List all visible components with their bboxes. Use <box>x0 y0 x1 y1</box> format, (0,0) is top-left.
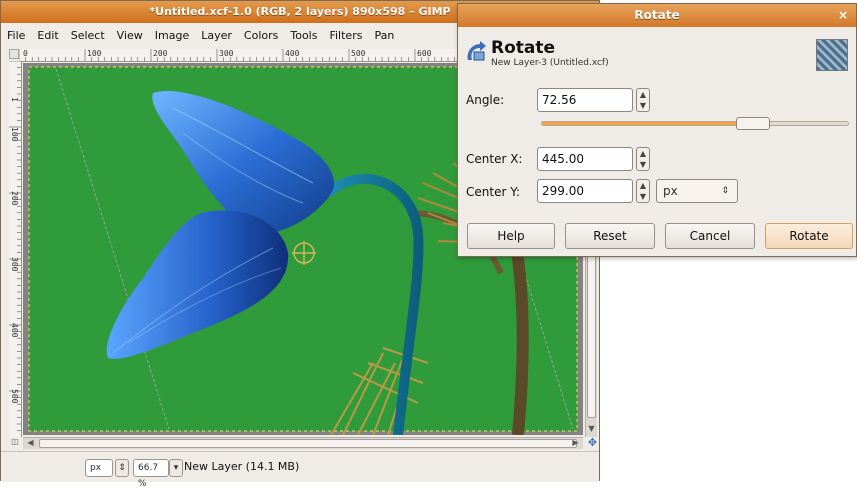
angle-spin-icon[interactable]: ▲ ▼ <box>636 88 650 112</box>
vruler-label-1: 1 <box>10 97 19 102</box>
vruler-label-400: 400 <box>10 323 19 338</box>
rotate-tool-icon <box>467 41 486 61</box>
dialog-title: Rotate <box>458 4 856 27</box>
horizontal-scrollbar[interactable]: ◀ ▶ <box>23 437 583 449</box>
vruler-label-100: 100 <box>10 127 19 142</box>
cancel-button[interactable]: Cancel <box>665 223 755 249</box>
navigate-icon[interactable]: ✥ <box>586 437 599 449</box>
angle-input[interactable]: 72.56 <box>537 88 633 112</box>
hruler-label-300: 300 <box>219 49 234 58</box>
select-spin-icon: ⇕ <box>721 186 729 196</box>
angle-slider-thumb[interactable] <box>736 117 770 130</box>
angle-slider[interactable] <box>541 121 849 126</box>
vruler-label-500: 500 <box>10 389 19 404</box>
center-y-label: Center Y: <box>466 185 520 199</box>
unit-select[interactable]: px ⇕ <box>656 179 738 203</box>
menu-colors[interactable]: Colors <box>238 29 284 42</box>
scroll-down-icon[interactable]: ▼ <box>586 424 597 434</box>
unit-spin-icon[interactable]: ⇕ <box>115 459 129 477</box>
center-y-spin-icon[interactable]: ▲ ▼ <box>636 179 650 203</box>
menu-select[interactable]: Select <box>65 29 111 42</box>
hruler-label-600: 600 <box>417 49 432 58</box>
menu-edit[interactable]: Edit <box>31 29 64 42</box>
center-y-input[interactable]: 299.00 <box>537 179 633 203</box>
scroll-left-icon[interactable]: ◀ <box>25 438 36 448</box>
hruler-label-200: 200 <box>153 49 168 58</box>
menu-tools[interactable]: Tools <box>284 29 323 42</box>
status-message: New Layer (14.1 MB) <box>184 460 300 473</box>
hruler-label-0: 0 <box>23 49 28 58</box>
vertical-ruler[interactable]: 1 100 200 300 400 500 <box>9 61 22 437</box>
zoom-fit-icon[interactable]: ◫ <box>9 437 21 449</box>
quick-mask-corner[interactable] <box>9 49 19 59</box>
menu-view[interactable]: View <box>111 29 149 42</box>
rotate-dialog: Rotate × Rotate New Layer-3 (Untitled.xc… <box>457 3 857 257</box>
center-x-input[interactable]: 445.00 <box>537 147 633 171</box>
hruler-label-500: 500 <box>351 49 366 58</box>
vruler-label-300: 300 <box>10 257 19 272</box>
vertical-ruler-ticks <box>9 61 21 431</box>
menu-image[interactable]: Image <box>149 29 195 42</box>
reset-button[interactable]: Reset <box>565 223 655 249</box>
center-x-label: Center X: <box>466 152 523 166</box>
menu-filters[interactable]: Filters <box>323 29 368 42</box>
angle-label: Angle: <box>466 93 505 107</box>
zoom-field[interactable]: 66.7 % <box>133 459 169 489</box>
statusbar: px ⇕ 66.7 % ▾ New Layer (14.1 MB) <box>1 451 599 489</box>
layer-preview-thumbnail <box>816 39 848 71</box>
scroll-right-icon[interactable]: ▶ <box>570 438 581 448</box>
vruler-label-200: 200 <box>10 191 19 206</box>
center-x-spin-icon[interactable]: ▲ ▼ <box>636 147 650 171</box>
zoom-dropdown-icon[interactable]: ▾ <box>169 459 183 477</box>
unit-selector[interactable]: px <box>85 459 113 477</box>
menu-file[interactable]: File <box>1 29 31 42</box>
rotate-button[interactable]: Rotate <box>765 223 853 249</box>
menu-layer[interactable]: Layer <box>195 29 238 42</box>
horizontal-scroll-thumb[interactable] <box>39 439 577 448</box>
close-icon[interactable]: × <box>836 4 850 27</box>
unit-select-value: px <box>663 184 678 198</box>
hruler-label-100: 100 <box>87 49 102 58</box>
hruler-label-400: 400 <box>285 49 300 58</box>
dialog-subtitle: New Layer-3 (Untitled.xcf) <box>491 58 609 68</box>
help-button[interactable]: Help <box>467 223 555 249</box>
dialog-heading: Rotate <box>491 38 556 58</box>
menu-pan[interactable]: Pan <box>368 29 400 42</box>
